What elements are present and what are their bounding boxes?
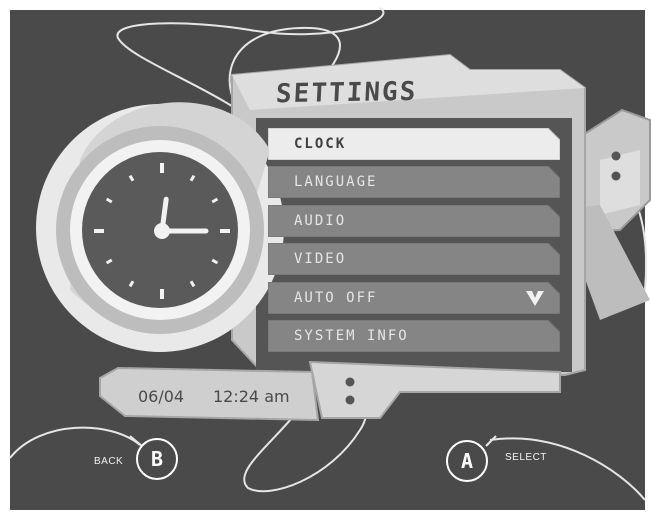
- menu-item-auto-off[interactable]: AUTO OFF: [268, 282, 560, 314]
- select-button[interactable]: A: [446, 440, 488, 482]
- select-hint-label: SELECT: [505, 452, 547, 463]
- menu-item-label: VIDEO: [294, 251, 347, 267]
- time-display: 12:24 am: [213, 387, 290, 406]
- settings-screen: SETTINGS CLOCK LANGUAGE AUDIO VIDEO AUTO OFF…: [0, 0, 651, 516]
- clock-tick: [128, 280, 135, 288]
- menu-item-label: AUTO OFF: [294, 290, 378, 306]
- back-hint-label: BACK: [94, 456, 124, 467]
- menu-item-label: LANGUAGE: [294, 174, 378, 190]
- date-display: 06/04: [138, 387, 185, 406]
- menu-item-label: AUDIO: [294, 213, 347, 229]
- menu-item-audio[interactable]: AUDIO: [268, 205, 560, 237]
- clock-tick: [105, 197, 113, 204]
- menu-item-clock[interactable]: CLOCK: [268, 128, 560, 160]
- chevron-down-icon[interactable]: [524, 288, 546, 308]
- clock-tick: [105, 258, 113, 265]
- menu-item-label: CLOCK: [294, 136, 347, 152]
- menu-item-label: SYSTEM INFO: [294, 328, 409, 344]
- page-title: SETTINGS: [275, 76, 419, 110]
- clock-tick: [189, 280, 196, 288]
- clock-tick: [211, 197, 219, 204]
- clock-tick: [128, 174, 135, 182]
- clock-tick: [189, 174, 196, 182]
- clock-tick: [211, 258, 219, 265]
- menu-item-system-info[interactable]: SYSTEM INFO: [268, 320, 560, 352]
- menu-item-language[interactable]: LANGUAGE: [268, 166, 560, 198]
- back-button[interactable]: B: [136, 438, 178, 480]
- menu-item-video[interactable]: VIDEO: [268, 243, 560, 275]
- clock-center-pin: [154, 223, 170, 239]
